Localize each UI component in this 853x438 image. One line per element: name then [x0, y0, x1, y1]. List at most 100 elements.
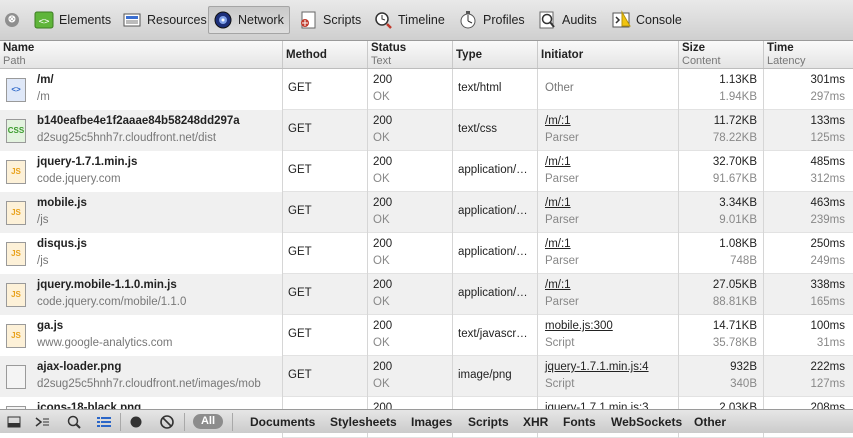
filter-websockets[interactable]: WebSockets — [611, 415, 682, 429]
filter-scripts[interactable]: Scripts — [468, 415, 509, 429]
resource-path: /m — [37, 91, 50, 103]
initiator-link[interactable]: /m/:1 — [545, 115, 571, 127]
filter-xhr[interactable]: XHR — [523, 415, 548, 429]
status-code: 200 — [373, 279, 393, 291]
latency-time: 125ms — [810, 132, 845, 144]
tab-console-label: Console — [636, 13, 682, 27]
devtools-toolbar: ⊗ <> Elements Resources Network Scripts … — [0, 0, 853, 41]
method-cell: GET — [283, 233, 368, 274]
console-drawer-icon[interactable] — [34, 414, 50, 430]
close-icon[interactable]: ⊗ — [5, 13, 19, 27]
record-icon[interactable] — [128, 414, 144, 430]
filter-all[interactable]: All — [193, 414, 223, 429]
total-time: 250ms — [810, 238, 845, 250]
filter-fonts[interactable]: Fonts — [563, 415, 596, 429]
name-cell[interactable]: <> /m/ /m — [0, 69, 283, 110]
column-header-method[interactable]: Method — [283, 41, 368, 68]
tab-resources[interactable]: Resources — [118, 6, 211, 34]
status-cell: 200 OK — [368, 274, 453, 315]
initiator-value: Other — [545, 82, 574, 94]
type-cell: application/… — [453, 233, 538, 274]
filter-other[interactable]: Other — [694, 415, 726, 429]
content-size: 9.01KB — [719, 214, 757, 226]
status-text: OK — [373, 132, 390, 144]
initiator-cell: mobile.js:300 Script — [538, 315, 679, 356]
tab-profiles[interactable]: Profiles — [454, 6, 529, 34]
file-js-icon: JS — [6, 160, 26, 184]
initiator-link[interactable]: jquery-1.7.1.min.js:4 — [545, 361, 649, 373]
total-time: 222ms — [810, 361, 845, 373]
dock-icon[interactable] — [6, 414, 22, 430]
type-value: application/… — [458, 205, 528, 217]
initiator-link[interactable]: /m/:1 — [545, 279, 571, 291]
filter-images[interactable]: Images — [411, 415, 452, 429]
initiator-link[interactable]: mobile.js:300 — [545, 320, 613, 332]
filter-stylesheets[interactable]: Stylesheets — [330, 415, 397, 429]
size-cell: 27.05KB 88.81KB — [679, 274, 764, 315]
name-cell[interactable]: JS jquery-1.7.1.min.js code.jquery.com — [0, 151, 283, 192]
type-value: application/… — [458, 287, 528, 299]
total-time: 485ms — [810, 156, 845, 168]
status-code: 200 — [373, 361, 393, 373]
large-rows-icon[interactable] — [96, 414, 112, 430]
svg-text:<>: <> — [39, 17, 50, 27]
column-header-time[interactable]: Time Latency — [764, 41, 853, 68]
column-title: Status — [371, 42, 407, 54]
tab-elements-label: Elements — [59, 13, 112, 27]
tab-timeline[interactable]: Timeline — [369, 6, 449, 34]
transfer-size: 32.70KB — [712, 156, 757, 168]
clear-icon[interactable] — [159, 414, 175, 430]
table-row[interactable]: <> /m/ /m GET 200 OK text/html Other 1.13KB 1.94K… — [0, 69, 853, 110]
tab-elements[interactable]: <> Elements — [30, 6, 115, 34]
content-size: 340B — [730, 378, 757, 390]
initiator-cell: /m/:1 Parser — [538, 151, 679, 192]
separator — [232, 413, 233, 431]
timeline-icon — [373, 10, 393, 30]
type-value: application/… — [458, 164, 528, 176]
resources-icon — [122, 10, 142, 30]
name-cell[interactable]: JS ga.js www.google-analytics.com — [0, 315, 283, 356]
table-row[interactable]: JS disqus.js/js GET 200 OK application/… /m/:1… — [0, 233, 853, 274]
file-js-icon: JS — [6, 324, 26, 348]
file-js-icon: JS — [6, 201, 26, 225]
search-icon[interactable] — [66, 414, 82, 430]
column-header-type[interactable]: Type — [453, 41, 538, 68]
filter-documents[interactable]: Documents — [250, 415, 315, 429]
name-cell[interactable]: JS mobile.js/js — [0, 192, 283, 233]
tab-console[interactable]: Console — [607, 6, 686, 34]
console-icon — [611, 10, 631, 30]
table-row[interactable]: CSS b140eafbe4e1f2aaae84b58248dd297a d2sug… — [0, 110, 853, 151]
table-row[interactable]: JS mobile.js/js GET 200 OK application/… /m/:1… — [0, 192, 853, 233]
column-title: Name — [3, 42, 35, 54]
type-value: text/javascr… — [458, 328, 528, 340]
tab-audits[interactable]: Audits — [533, 6, 601, 34]
tab-network-label: Network — [238, 13, 284, 27]
file-css-icon: CSS — [6, 119, 26, 143]
name-cell[interactable]: CSS b140eafbe4e1f2aaae84b58248dd297a d2sug… — [0, 110, 283, 151]
tab-scripts-label: Scripts — [323, 13, 362, 27]
initiator-link[interactable]: /m/:1 — [545, 156, 571, 168]
resource-name: jquery.mobile-1.1.0.min.js — [37, 279, 177, 291]
total-time: 301ms — [810, 74, 845, 86]
tab-network[interactable]: Network — [208, 6, 290, 34]
initiator-type: Parser — [545, 255, 579, 267]
initiator-link[interactable]: /m/:1 — [545, 238, 571, 250]
name-cell[interactable]: ajax-loader.png d2sug25c5hnh7r.cloudfront… — [0, 356, 283, 397]
tab-scripts[interactable]: Scripts — [294, 6, 365, 34]
column-title: Initiator — [541, 49, 584, 61]
table-row[interactable]: JS ga.js www.google-analytics.com GET 200 OK t… — [0, 315, 853, 356]
column-header-size[interactable]: Size Content — [679, 41, 764, 68]
type-cell: application/… — [453, 151, 538, 192]
total-time: 463ms — [810, 197, 845, 209]
table-row[interactable]: JS jquery.mobile-1.1.0.min.js code.jquery.… — [0, 274, 853, 315]
status-cell: 200 OK — [368, 233, 453, 274]
table-row[interactable]: JS jquery-1.7.1.min.js code.jquery.com GET 2… — [0, 151, 853, 192]
column-header-status[interactable]: Status Text — [368, 41, 453, 68]
table-row[interactable]: ajax-loader.png d2sug25c5hnh7r.cloudfront… — [0, 356, 853, 397]
name-cell[interactable]: JS disqus.js/js — [0, 233, 283, 274]
column-header-name[interactable]: Name Path — [0, 41, 283, 68]
initiator-link[interactable]: /m/:1 — [545, 197, 571, 209]
latency-time: 297ms — [810, 91, 845, 103]
name-cell[interactable]: JS jquery.mobile-1.1.0.min.js code.jquery.… — [0, 274, 283, 315]
column-header-initiator[interactable]: Initiator — [538, 41, 679, 68]
